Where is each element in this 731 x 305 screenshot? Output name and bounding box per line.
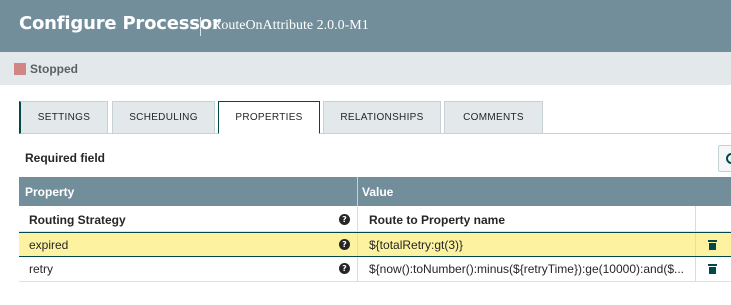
column-divider <box>357 233 358 256</box>
header-divider <box>200 17 201 36</box>
column-divider <box>357 206 358 231</box>
tab-properties[interactable]: PROPERTIES <box>218 101 320 134</box>
status-bar <box>0 52 731 85</box>
plus-circle-icon <box>726 153 731 164</box>
property-name: retry <box>29 262 53 276</box>
table-row[interactable]: retry ? ${now():toNumber():minus(${retry… <box>19 257 731 282</box>
property-value[interactable]: ${now():toNumber():minus(${retryTime}):g… <box>369 262 689 276</box>
tab-scheduling[interactable]: SCHEDULING <box>112 101 215 134</box>
column-divider <box>695 206 696 231</box>
property-name: Routing Strategy <box>29 213 126 227</box>
help-icon[interactable]: ? <box>339 214 350 225</box>
help-icon[interactable]: ? <box>339 239 350 250</box>
tab-relationships[interactable]: RELATIONSHIPS <box>323 101 441 134</box>
column-divider[interactable] <box>357 177 358 206</box>
column-header-property[interactable]: Property <box>25 185 74 199</box>
table-row[interactable]: Routing Strategy ? Route to Property nam… <box>19 206 731 232</box>
required-field-label: Required field <box>25 151 106 165</box>
table-row[interactable]: expired ? ${totalRetry:gt(3)} <box>19 232 731 257</box>
property-name: expired <box>29 238 69 252</box>
trash-icon[interactable] <box>708 264 717 274</box>
column-divider <box>695 257 696 281</box>
property-value[interactable]: ${totalRetry:gt(3)} <box>369 238 689 252</box>
trash-icon[interactable] <box>708 240 717 250</box>
column-divider <box>695 233 696 256</box>
column-divider <box>357 257 358 281</box>
tab-settings[interactable]: SETTINGS <box>19 101 108 134</box>
processor-type: RouteOnAttribute 2.0.0-M1 <box>212 18 369 33</box>
help-icon[interactable]: ? <box>339 263 350 274</box>
column-header-value[interactable]: Value <box>362 185 393 199</box>
dialog-title: Configure Processor <box>19 13 221 34</box>
status-text: Stopped <box>30 62 78 76</box>
stopped-icon <box>14 63 26 75</box>
property-value[interactable]: Route to Property name <box>369 213 505 227</box>
tab-comments[interactable]: COMMENTS <box>444 101 543 134</box>
